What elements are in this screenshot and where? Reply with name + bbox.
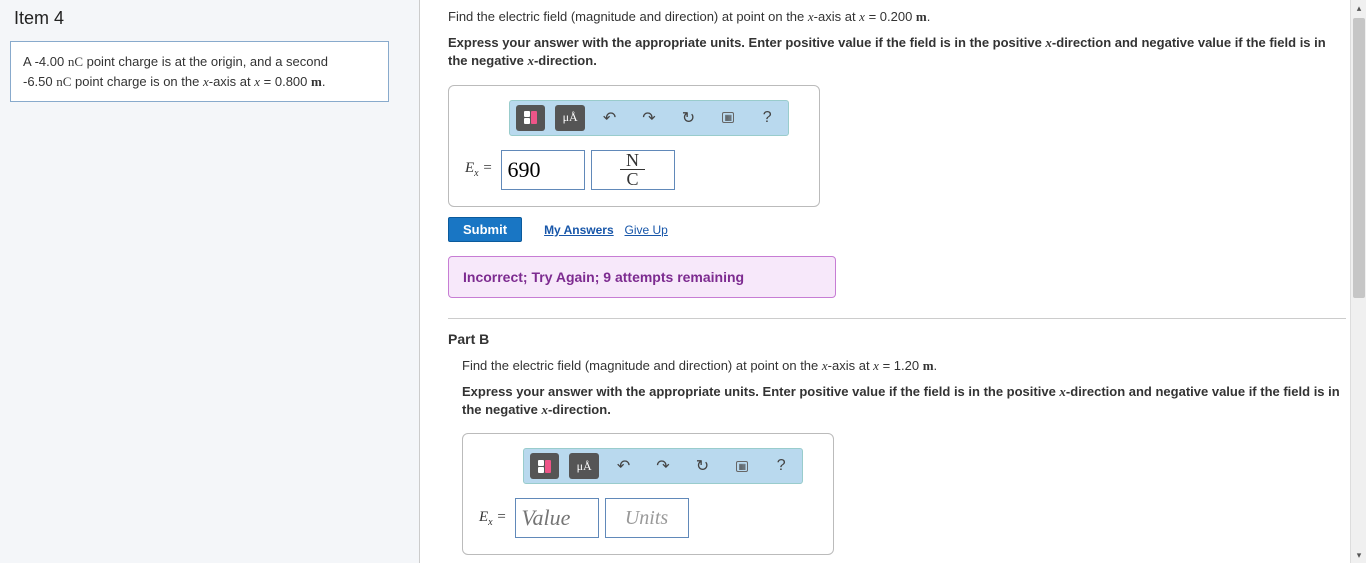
template-icon [538, 460, 551, 473]
keyboard-button[interactable]: ▦ [727, 453, 756, 479]
scroll-thumb[interactable] [1353, 18, 1365, 298]
part-divider [448, 318, 1346, 319]
part-b-heading: Part B [448, 331, 1346, 347]
answer-value-input[interactable] [501, 150, 585, 190]
template-button[interactable] [516, 105, 545, 131]
reset-button[interactable]: ↻ [688, 453, 717, 479]
answer-value-input[interactable] [515, 498, 599, 538]
problem-unit: nC [68, 54, 83, 69]
redo-button[interactable]: ↷ [648, 453, 677, 479]
part-a-answer-box: μÅ ↶ ↷ ↻ ▦ ? Ex = N C [448, 85, 820, 207]
item-title: Item 4 [10, 8, 389, 29]
keyboard-icon: ▦ [736, 461, 749, 472]
template-icon [524, 111, 537, 124]
answer-unit-input[interactable]: Units [605, 498, 689, 538]
redo-button[interactable]: ↷ [634, 105, 663, 131]
equation-toolbar: μÅ ↶ ↷ ↻ ▦ ? [523, 448, 803, 484]
problem-text: -6.50 [23, 74, 56, 89]
template-button[interactable] [530, 453, 559, 479]
reset-button[interactable]: ↻ [674, 105, 703, 131]
submit-button[interactable]: Submit [448, 217, 522, 242]
scroll-down-arrow[interactable]: ▾ [1351, 547, 1366, 563]
part-b-instructions: Express your answer with the appropriate… [462, 383, 1346, 419]
keyboard-icon: ▦ [722, 112, 735, 123]
vertical-scrollbar[interactable]: ▴ ▾ [1350, 0, 1366, 563]
part-a-instructions: Express your answer with the appropriate… [448, 34, 1346, 70]
problem-text: -axis at [209, 74, 255, 89]
problem-text: A -4.00 [23, 54, 68, 69]
undo-button[interactable]: ↶ [609, 453, 638, 479]
part-a-submit-row: Submit My Answers Give Up [448, 217, 1346, 242]
scroll-up-arrow[interactable]: ▴ [1351, 0, 1366, 16]
app-container: Item 4 A -4.00 nC point charge is at the… [0, 0, 1366, 563]
symbols-button[interactable]: μÅ [555, 105, 584, 131]
problem-text: = 0.800 [260, 74, 311, 89]
problem-text: point charge is on the [71, 74, 203, 89]
problem-text: point charge is at the origin, and a sec… [83, 54, 328, 69]
part-b-answer-box: μÅ ↶ ↷ ↻ ▦ ? Ex = Units [462, 433, 834, 555]
problem-text: . [322, 74, 326, 89]
answer-row: Ex = Units [479, 498, 817, 538]
equation-toolbar: μÅ ↶ ↷ ↻ ▦ ? [509, 100, 789, 136]
symbols-button[interactable]: μÅ [569, 453, 598, 479]
problem-statement: A -4.00 nC point charge is at the origin… [10, 41, 389, 102]
unit-fraction: N C [620, 151, 645, 188]
keyboard-button[interactable]: ▦ [713, 105, 742, 131]
help-button[interactable]: ? [767, 453, 796, 479]
answer-label: Ex = [465, 160, 493, 179]
part-a-question: Find the electric field (magnitude and d… [448, 8, 1346, 26]
answer-row: Ex = N C [465, 150, 803, 190]
problem-unit: m [311, 74, 322, 89]
left-panel: Item 4 A -4.00 nC point charge is at the… [0, 0, 420, 563]
help-button[interactable]: ? [753, 105, 782, 131]
answer-unit-input[interactable]: N C [591, 150, 675, 190]
feedback-message: Incorrect; Try Again; 9 attempts remaini… [448, 256, 836, 298]
answer-label: Ex = [479, 509, 507, 528]
my-answers-link[interactable]: My Answers [544, 223, 614, 237]
part-b-question: Find the electric field (magnitude and d… [462, 357, 1346, 375]
right-panel: Find the electric field (magnitude and d… [420, 0, 1366, 563]
problem-unit: nC [56, 74, 71, 89]
give-up-link[interactable]: Give Up [625, 223, 668, 237]
undo-button[interactable]: ↶ [595, 105, 624, 131]
